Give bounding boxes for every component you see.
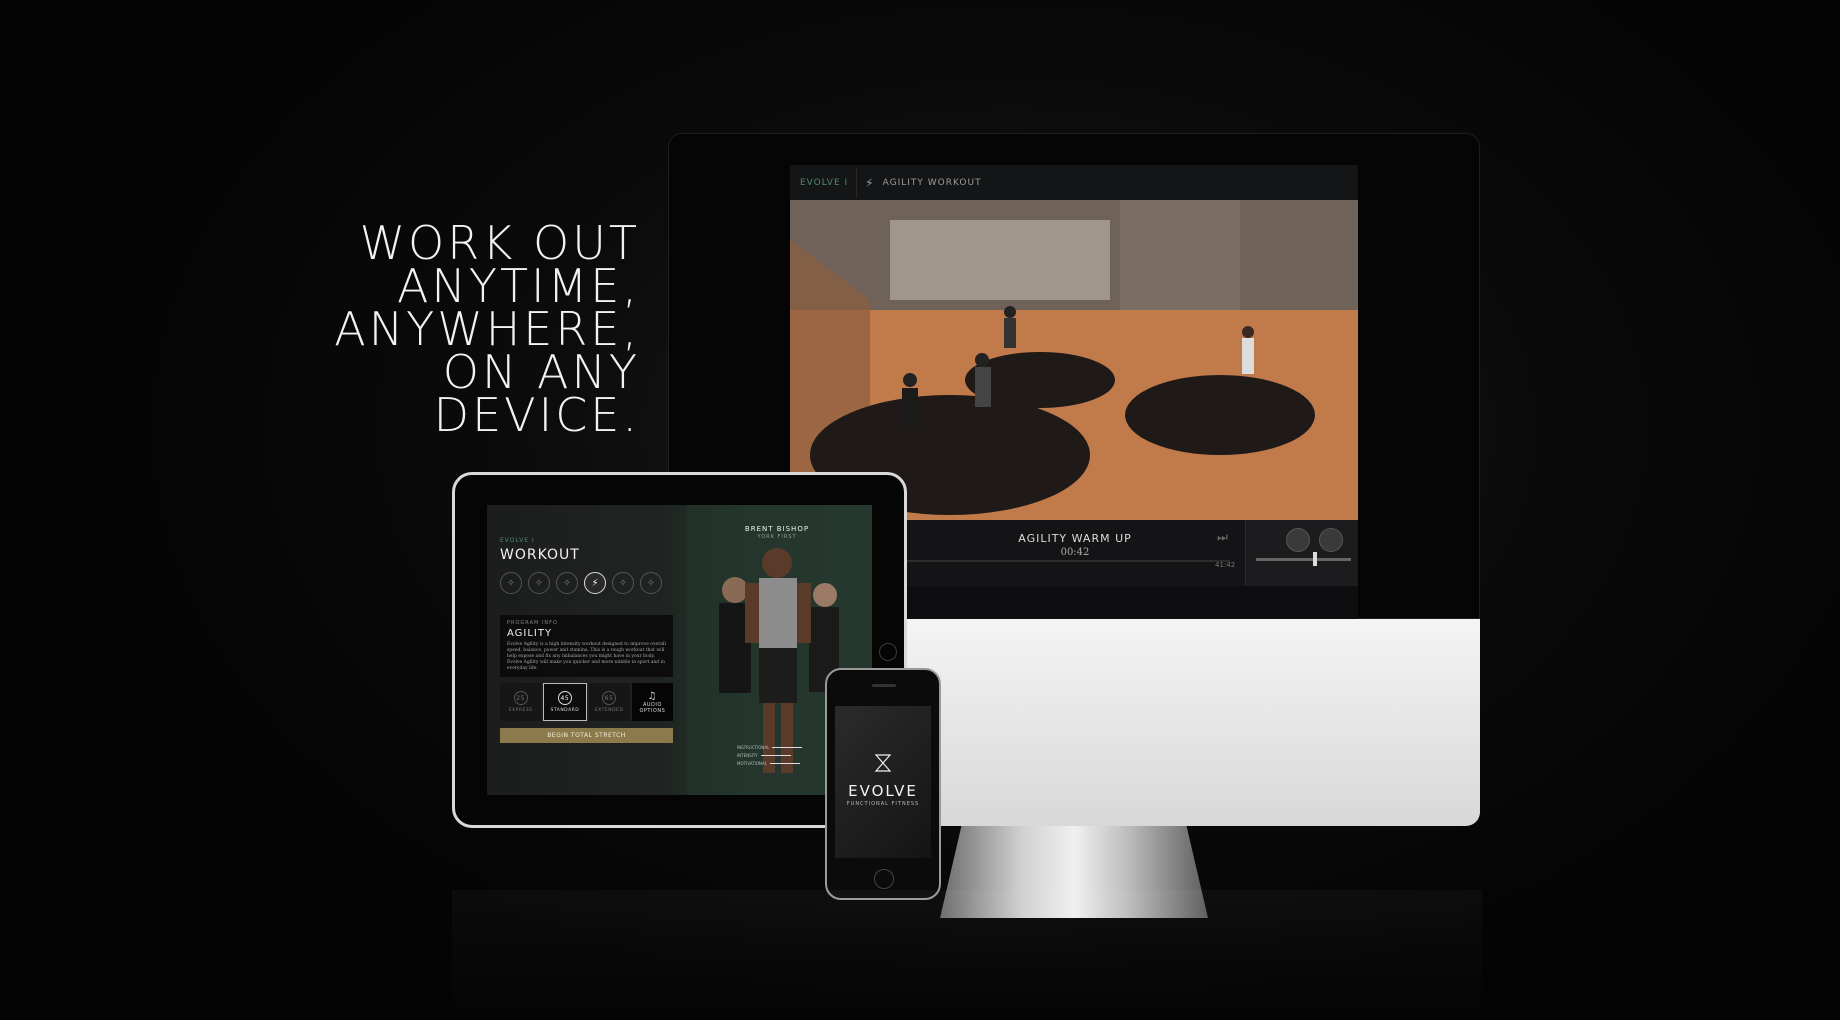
program-info-card: PROGRAM INFO AGILITY Evolve Agility is a… [500,615,673,677]
playlist-icon[interactable] [1286,528,1310,552]
tablet-screen: EVOLVE I WORKOUT ✧ ✧ ✧ ⚡ ✧ ✧ PROGRAM INF… [487,505,872,795]
divider [856,167,858,198]
workout-type-icon[interactable]: ✧ [528,572,550,594]
trainer-subtitle: YORK FIRST [757,534,797,540]
agility-icon: ⚡ [865,175,875,190]
trainer-name: BRENT BISHOP [744,525,810,533]
meter-row: INSTRUCTIONAL [737,745,803,750]
meter-bar[interactable] [772,747,803,748]
floor-reflection [452,890,1482,1020]
music-note-icon: ♫ [647,690,658,702]
tablet-home-button[interactable] [879,643,897,661]
meter-label: MOTIVATIONAL [737,761,767,766]
duration-option-standard[interactable]: 45 STANDARD [543,683,587,721]
duration-option-express[interactable]: 25 EXPRESS [500,683,542,721]
program-info-heading: AGILITY [507,628,553,639]
workout-type-icon[interactable]: ✧ [556,572,578,594]
meter-label: INSTRUCTIONAL [737,745,770,750]
meter-bar[interactable] [760,755,791,756]
audio-options-button[interactable]: ♫ AUDIO OPTIONS [631,683,673,721]
duration-option-extended[interactable]: 65 EXTENDED [588,683,630,721]
workout-type-icons: ✧ ✧ ✧ ⚡ ✧ ✧ [500,572,662,594]
duration-number: 65 [602,691,617,705]
meter-bar[interactable] [769,763,800,764]
meter-label: INTENSITY [737,753,758,758]
begin-button[interactable]: BEGIN TOTAL STRETCH [500,728,673,743]
workout-type-icon[interactable]: ✧ [612,572,634,594]
meter-row: MOTIVATIONAL [737,761,802,766]
trainer-caption: BRENT BISHOP YORK FIRST [707,525,847,540]
phone-speaker [872,684,896,687]
app-subtitle: FUNCTIONAL FITNESS [846,801,920,807]
phone: EVOLVE FUNCTIONAL FITNESS [825,668,941,900]
workout-type-icon[interactable]: ✧ [640,572,662,594]
evolve-logo: EVOLVE FUNCTIONAL FITNESS [835,754,931,807]
evolve-logo-icon [874,754,892,772]
audio-meters: INSTRUCTIONAL INTENSITY MOTIVATIONAL [737,745,803,769]
player-brand: EVOLVE I [800,177,849,188]
program-info-label: PROGRAM INFO [507,620,558,626]
elapsed-time: 00:42 [1060,547,1090,558]
duration-options: 25 EXPRESS 45 STANDARD 65 EXTENDED ♫ AUD… [500,683,673,721]
meter-row: INTENSITY [737,753,802,758]
duration-label: EXTENDED [594,708,624,713]
duration-label: EXPRESS [508,708,533,713]
skip-forward-icon[interactable]: ⏭ [1217,530,1228,545]
duration-number: 25 [513,691,528,705]
program-info-body: Evolve Agility is a high intensity worko… [507,642,666,671]
headline-line-5: DEVICE. [433,388,640,442]
now-playing-label: AGILITY WARM UP [1018,532,1132,545]
player-side-controls [1245,520,1358,586]
total-time: 41:42 [1215,561,1236,569]
phone-screen: EVOLVE FUNCTIONAL FITNESS [835,706,931,858]
workout-type-icon[interactable]: ✧ [500,572,522,594]
volume-slider[interactable] [1256,558,1351,561]
headline: WORK OUT ANYTIME, ANYWHERE, ON ANY DEVIC… [334,220,640,442]
workout-title: AGILITY WORKOUT [882,177,982,188]
player-topbar: EVOLVE I ⚡ AGILITY WORKOUT [790,165,1358,200]
tablet-brand: EVOLVE I [500,537,535,544]
audio-options-label-2: OPTIONS [639,707,666,714]
tablet-page-title: WORKOUT [500,547,580,563]
agility-icon[interactable]: ⚡ [584,572,606,594]
volume-knob[interactable] [1313,552,1317,566]
app-name: EVOLVE [848,782,918,800]
duration-number: 45 [557,691,572,705]
duration-label: STANDARD [550,708,580,713]
phone-home-button[interactable] [874,869,894,889]
airplay-icon[interactable] [1319,528,1343,552]
